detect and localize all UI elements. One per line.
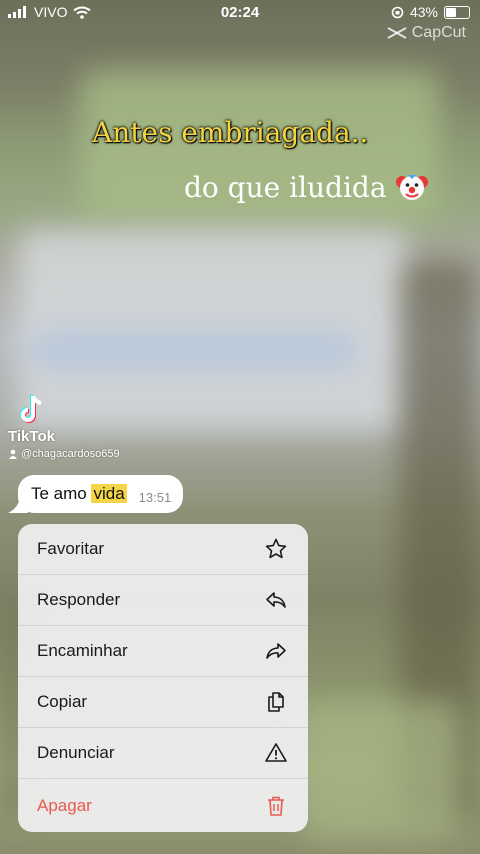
capcut-logo-icon — [387, 27, 407, 39]
tiktok-username: @chagacardoso659 — [8, 448, 120, 460]
caption-line-2: do que iludida — [184, 170, 429, 204]
battery-icon — [444, 5, 470, 19]
menu-item-label: Copiar — [37, 692, 88, 711]
username-text: @chagacardoso659 — [21, 448, 120, 460]
message-text-before: Te amo — [31, 484, 92, 503]
screen: VIVO 02:24 43% CapCut Antes embriagada.. — [0, 0, 480, 854]
warning-icon — [265, 743, 287, 762]
capcut-text: CapCut — [411, 24, 466, 41]
tiktok-logo-icon — [20, 395, 42, 423]
context-menu: Favoritar Responder Encaminhar Copiar De… — [18, 524, 308, 832]
menu-item-encaminhar[interactable]: Encaminhar — [18, 626, 308, 677]
trash-icon — [268, 796, 284, 816]
copy-icon — [268, 692, 284, 712]
caption-line-1: Antes embriagada.. — [92, 116, 369, 149]
menu-item-denunciar[interactable]: Denunciar — [18, 728, 308, 779]
message-time: 13:51 — [138, 489, 172, 505]
capcut-watermark: CapCut — [386, 24, 466, 42]
menu-item-responder[interactable]: Responder — [18, 575, 308, 626]
background-blur — [30, 330, 360, 370]
star-icon — [265, 538, 287, 559]
orientation-lock-icon — [391, 6, 404, 18]
battery-percent: 43% — [409, 4, 438, 20]
message-bubble[interactable]: Te amo vida 13:51 — [18, 475, 184, 513]
message-text: Te amo vida — [31, 484, 127, 504]
message-highlight: vida — [91, 484, 127, 503]
status-bar: VIVO 02:24 43% — [0, 0, 480, 26]
tiktok-brand: TikTok — [8, 428, 55, 445]
background-blur — [300, 700, 460, 840]
menu-item-apagar[interactable]: Apagar — [18, 779, 308, 832]
reply-icon — [266, 592, 286, 608]
menu-item-label: Denunciar — [37, 743, 115, 762]
menu-item-copiar[interactable]: Copiar — [18, 677, 308, 728]
menu-item-label: Apagar — [37, 795, 92, 815]
clown-emoji-icon — [395, 175, 428, 200]
status-right: 43% — [391, 4, 470, 20]
forward-icon — [266, 643, 286, 659]
menu-item-label: Favoritar — [37, 539, 105, 558]
user-icon — [9, 449, 17, 459]
menu-item-label: Encaminhar — [37, 641, 128, 660]
caption-line-2-text: do que iludida — [184, 170, 387, 204]
menu-item-favoritar[interactable]: Favoritar — [18, 524, 308, 575]
menu-item-label: Responder — [37, 590, 121, 609]
